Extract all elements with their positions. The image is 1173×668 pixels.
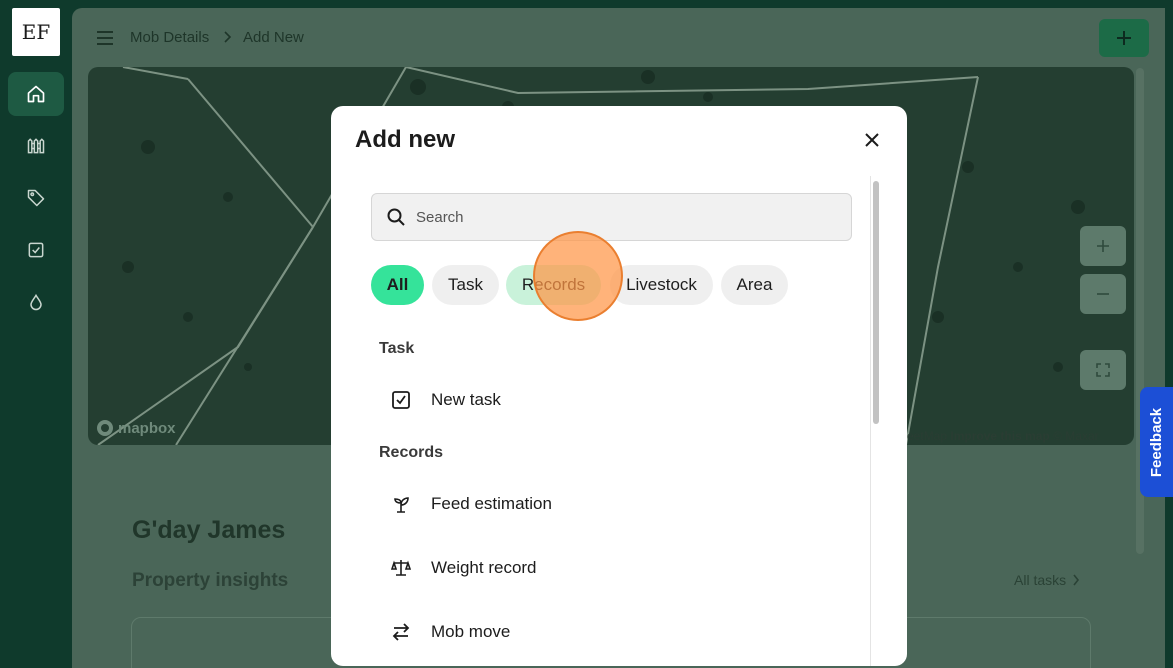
top-bar: Mob Details Add New	[72, 8, 1165, 68]
chevron-right-icon	[224, 31, 232, 43]
improve-map-link[interactable]: Improve this map	[950, 429, 1049, 443]
breadcrumb-mob-details[interactable]: Mob Details	[130, 29, 209, 46]
modal-title: Add new	[355, 126, 455, 153]
add-new-button[interactable]	[1099, 19, 1149, 57]
nav-tags[interactable]	[8, 176, 64, 220]
left-navigation-rail: EF	[0, 0, 72, 655]
mob-move-item[interactable]: Mob move	[391, 622, 510, 642]
add-new-task-item[interactable]: New task	[391, 390, 501, 410]
filter-chip-area[interactable]: Area	[721, 265, 788, 305]
greeting: G'day James	[132, 516, 286, 544]
plus-icon	[1097, 240, 1109, 252]
filter-chip-task[interactable]: Task	[432, 265, 499, 305]
fence-icon	[27, 138, 45, 154]
nav-paddocks[interactable]	[8, 124, 64, 168]
mapbox-icon	[97, 420, 113, 436]
plus-icon	[1117, 31, 1131, 45]
menu-icon[interactable]	[96, 30, 114, 46]
all-tasks-label: All tasks	[1014, 572, 1067, 588]
map-attribution: nStreetMap Improve this map © Maxar	[885, 429, 1099, 443]
item-label: Feed estimation	[431, 494, 552, 513]
search-input[interactable]	[416, 194, 836, 240]
section-title-task: Task	[379, 340, 415, 357]
modal-scrollbar-thumb[interactable]	[873, 181, 879, 424]
close-icon[interactable]	[862, 130, 882, 150]
breadcrumb-add-new: Add New	[243, 29, 304, 46]
section-title-records: Records	[379, 444, 444, 461]
arrows-swap-icon	[392, 623, 410, 641]
insights-title: Property insights	[132, 570, 289, 591]
feed-estimation-item[interactable]: Feed estimation	[391, 494, 552, 514]
filter-chip-livestock[interactable]: Livestock	[610, 265, 713, 305]
zoom-out-button[interactable]	[1080, 274, 1126, 314]
app-logo[interactable]: EF	[12, 8, 60, 56]
checkbox-icon	[392, 391, 410, 409]
nav-water[interactable]	[8, 280, 64, 324]
click-indicator	[533, 231, 623, 321]
attribution-suffix: © Maxar	[1053, 429, 1099, 443]
all-tasks-link[interactable]: All tasks	[1014, 572, 1080, 588]
home-icon	[27, 85, 45, 103]
checkbox-icon	[28, 242, 44, 258]
add-new-modal: Add new All Task Records Livestock Area …	[331, 106, 907, 666]
seedling-icon	[394, 497, 409, 513]
nav-tasks[interactable]	[8, 228, 64, 272]
feedback-label: Feedback	[1148, 407, 1166, 477]
weight-record-item[interactable]: Weight record	[391, 558, 537, 578]
nav-home[interactable]	[8, 72, 64, 116]
feedback-tab[interactable]: Feedback	[1140, 387, 1173, 497]
fullscreen-button[interactable]	[1080, 350, 1126, 390]
filter-chip-all[interactable]: All	[371, 265, 424, 305]
search-icon	[387, 208, 405, 226]
scale-icon	[391, 560, 411, 576]
fullscreen-icon	[1096, 363, 1110, 377]
zoom-in-button[interactable]	[1080, 226, 1126, 266]
mapbox-logo[interactable]: mapbox	[96, 419, 176, 437]
item-label: Mob move	[431, 622, 511, 641]
chevron-right-icon	[1073, 574, 1080, 586]
search-field[interactable]	[371, 193, 852, 241]
item-label: New task	[431, 390, 501, 409]
tag-icon	[27, 189, 45, 207]
water-drop-icon	[30, 293, 42, 311]
minus-icon	[1097, 293, 1109, 295]
item-label: Weight record	[431, 558, 537, 577]
mapbox-label: mapbox	[118, 419, 176, 437]
